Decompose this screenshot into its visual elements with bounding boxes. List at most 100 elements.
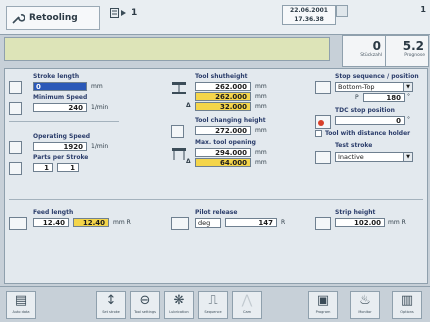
tool-shutheight-unit: mm [255,83,267,90]
max-tool-opening-field[interactable]: 294.000 [195,148,251,157]
counter-label: Prognose [404,53,425,58]
press-icon: ♨ [359,293,371,308]
parts-per-stroke-field-b[interactable]: 1 [57,163,79,172]
mode-title-box[interactable]: Retooling [6,6,100,30]
pilot-release-unit: R [281,219,286,226]
tool-changing-height-icon [171,125,184,138]
toolbar-button-cam[interactable]: ⋀ Cam [232,291,262,319]
distance-holder-checkbox[interactable] [315,130,322,137]
pilot-release-label: Pilot release [195,209,238,216]
tool-shutheight-icon [172,82,186,94]
tool-icon: ⊖ [139,293,151,308]
toolbar-button-monitor[interactable]: ♨ Monitor [350,291,380,319]
header-right-value: 1 [420,5,426,14]
strip-height-icon [315,217,331,230]
tdc-stop-icon [315,115,331,129]
toolbar-caption: Options [400,310,414,314]
counter-stuckzahl: 0 Stückzahl [342,35,386,67]
toolbar-button-program[interactable]: ▣ Program [308,291,338,319]
toolbar-button-auto-data[interactable]: ▤ Auto data [6,291,36,319]
stroke-arrow-icon: ↕ [105,293,117,308]
tool-shutheight-delta-unit: mm [255,103,267,110]
pilot-release-mode-dropdown[interactable]: deg [195,218,221,228]
strip-height-unit: mm R [388,219,406,226]
operating-speed-unit: 1/min [91,143,109,150]
toolbar-caption: Monitor [358,310,372,314]
stop-sequence-icon [315,81,331,94]
document-icon: ▣ [316,293,330,308]
toolbar-caption: Program [315,310,331,314]
operating-speed-label: Operating Speed [33,133,91,140]
feed-length-unit: mm R [113,219,131,226]
max-tool-opening-delta-field[interactable]: 64.000 [195,158,251,167]
operating-speed-icon [9,141,22,154]
max-tool-opening-unit: mm [255,149,267,156]
toolbar-button-options[interactable]: ▥ Options [392,291,422,319]
tool-shutheight-label: Tool shutheight [195,73,248,80]
stop-sequence-value: Bottom-Top [338,83,375,91]
minimum-speed-unit: 1/min [91,104,109,111]
stop-position-unit: ° [407,93,410,100]
mode-title: Retooling [29,13,78,23]
cam-curve-icon: ⋀ [241,293,253,308]
tdc-stop-field[interactable]: 0 [335,116,405,125]
p-label: P [355,94,359,101]
datetime-box: 22.06.2001 17.36.38 [282,5,336,25]
step-number: 1 [131,8,138,18]
stroke-length-label: Stroke length [33,73,80,80]
tool-shutheight-delta-field[interactable]: 32.000 [195,102,251,111]
stroke-length-icon [9,81,22,94]
stroke-length-field[interactable]: 0 [33,82,87,91]
parts-per-stroke-icon [9,162,22,175]
delta-symbol: Δ [186,102,191,109]
toolbar-button-tool-settings[interactable]: ⊖ Tool settings [130,291,160,319]
stop-position-field[interactable]: 180 [363,93,405,102]
operating-speed-field[interactable]: 1920 [33,142,87,151]
distance-holder-label: Tool with distance holder [325,130,411,137]
delta-symbol: Δ [186,158,191,165]
wrench-icon [12,14,25,24]
stop-sequence-dropdown[interactable]: Bottom-Top ▼ [335,82,413,92]
parts-per-stroke-field-a[interactable]: 1 [33,163,53,172]
counter-value: 5.2 [402,39,424,53]
toolbar-caption: Set stroke [102,310,120,314]
retooling-panel: Stroke length 0 mm Minimum Speed 240 1/m… [4,68,428,284]
parts-per-stroke-label: Parts per Stroke [33,154,89,161]
minimum-speed-field[interactable]: 240 [33,103,87,112]
feed-length-label: Feed length [33,209,74,216]
feed-length-field[interactable]: 12.40 [33,218,69,227]
test-stroke-label: Test stroke [335,142,373,149]
toolbar-button-set-stroke[interactable]: ↕ Set stroke [96,291,126,319]
chevron-down-icon: ▼ [403,153,412,161]
lubrication-icon: ❋ [173,293,185,308]
feed-length-target-field[interactable]: 12.40 [73,218,109,227]
stroke-length-unit: mm [91,83,103,90]
grid-icon: ▥ [400,293,414,308]
pilot-release-icon [171,217,189,230]
test-stroke-dropdown[interactable]: Inactive ▼ [335,152,413,162]
toolbar-button-sequence[interactable]: ⎍ Sequence [198,291,228,319]
toolbar-caption: Cam [243,310,251,314]
toolbar-button-lubrication[interactable]: ❋ Lubrication [164,291,194,319]
test-stroke-value: Inactive [338,153,364,161]
header-bar: Retooling 1 22.06.2001 17.36.38 1 [0,0,430,35]
test-stroke-icon [315,151,331,164]
max-tool-opening-delta-unit: mm [255,159,267,166]
chevron-down-icon: ▼ [403,83,412,91]
tool-changing-height-field[interactable]: 272.000 [195,126,251,135]
toolbar-caption: Lubrication [169,310,189,314]
strip-height-field[interactable]: 102.00 [335,218,385,227]
message-bar [4,37,330,61]
minimum-speed-icon [9,102,22,115]
tool-changing-height-label: Tool changing height [195,117,266,124]
tdc-stop-unit: ° [407,116,410,123]
tool-shutheight-target-field[interactable]: 262.000 [195,92,251,101]
table-icon: ▤ [14,293,28,308]
pilot-release-field[interactable]: 147 [225,218,277,227]
divider [9,121,119,122]
tdc-stop-label: TDC stop position [335,107,395,114]
counter-value: 0 [372,39,381,53]
minimum-speed-label: Minimum Speed [33,94,88,101]
date-text: 22.06.2001 [290,7,328,14]
tool-shutheight-field[interactable]: 262.000 [195,82,251,91]
